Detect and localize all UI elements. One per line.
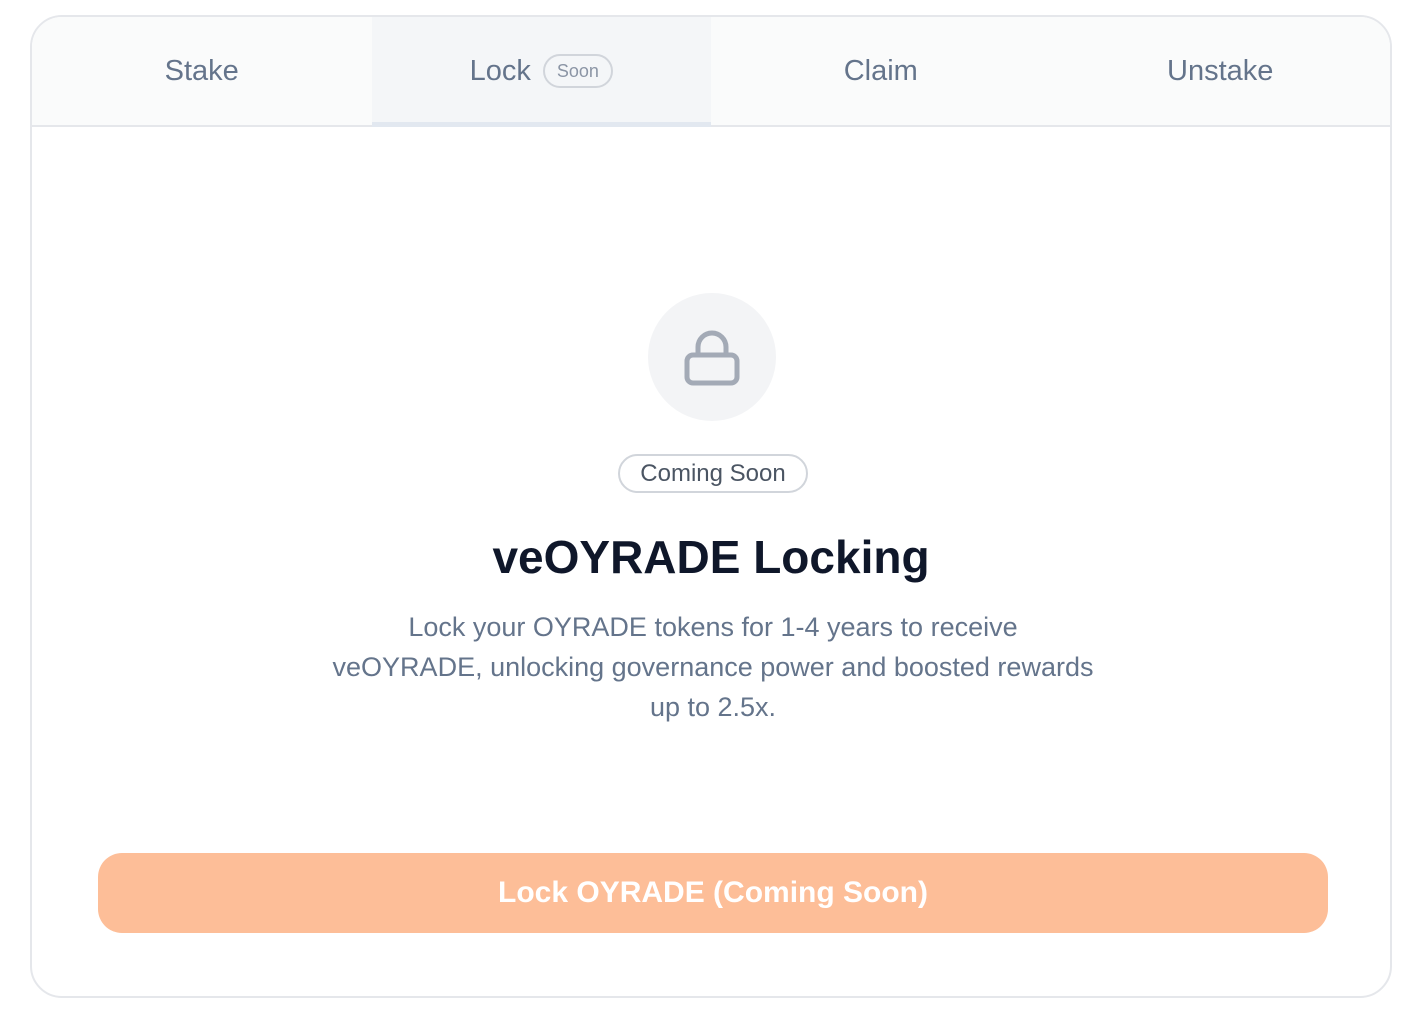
tab-bar: Stake Lock Soon Claim Unstake xyxy=(32,17,1390,127)
panel-description: Lock your OYRADE tokens for 1-4 years to… xyxy=(332,612,1094,722)
panel-title: veOYRADE Locking xyxy=(492,531,930,583)
tab-stake-label: Stake xyxy=(164,54,239,87)
lock-icon-container xyxy=(648,293,776,421)
staking-card: Stake Lock Soon Claim Unstake Coming Soo… xyxy=(30,15,1392,998)
tab-lock-label: Lock xyxy=(469,54,531,87)
tab-claim[interactable]: Claim xyxy=(711,17,1051,125)
tab-lock[interactable]: Lock Soon xyxy=(371,17,711,127)
lock-oyrade-button[interactable]: Lock OYRADE (Coming Soon) xyxy=(98,853,1328,933)
soon-badge: Soon xyxy=(542,54,613,88)
coming-soon-badge: Coming Soon xyxy=(618,454,808,493)
tab-unstake[interactable]: Unstake xyxy=(1051,17,1391,125)
tab-stake[interactable]: Stake xyxy=(32,17,372,125)
tab-unstake-label: Unstake xyxy=(1167,54,1274,87)
tab-claim-label: Claim xyxy=(843,54,918,87)
lock-icon xyxy=(684,330,740,386)
